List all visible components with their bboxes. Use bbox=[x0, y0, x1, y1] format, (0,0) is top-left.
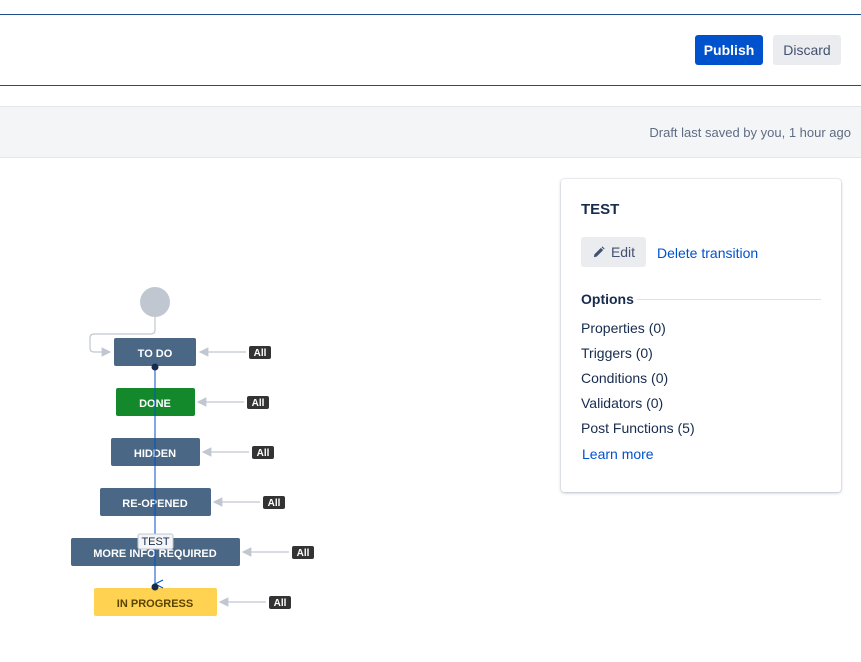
svg-text:All: All bbox=[274, 598, 287, 609]
all-badge[interactable]: All bbox=[249, 346, 271, 359]
transition-label-text: TEST bbox=[141, 536, 169, 548]
svg-text:All: All bbox=[268, 498, 281, 509]
edit-button[interactable]: Edit bbox=[581, 237, 646, 267]
option-triggers[interactable]: Triggers (0) bbox=[581, 345, 653, 361]
status-label: TO DO bbox=[138, 348, 173, 360]
option-conditions[interactable]: Conditions (0) bbox=[581, 370, 668, 386]
all-badge[interactable]: All bbox=[263, 496, 285, 509]
all-badge[interactable]: All bbox=[269, 596, 291, 609]
start-node[interactable] bbox=[140, 287, 170, 317]
all-badge[interactable]: All bbox=[292, 546, 314, 559]
transition-details-panel: TEST Edit Delete transition Options Prop… bbox=[561, 179, 841, 492]
transition-source-dot bbox=[152, 364, 159, 371]
all-badge[interactable]: All bbox=[247, 396, 269, 409]
option-validators[interactable]: Validators (0) bbox=[581, 395, 663, 411]
transition-target-dot bbox=[152, 584, 159, 591]
option-properties[interactable]: Properties (0) bbox=[581, 320, 666, 336]
delete-transition-link[interactable]: Delete transition bbox=[657, 245, 758, 261]
options-heading: Options bbox=[581, 291, 634, 307]
pencil-icon bbox=[592, 246, 605, 259]
transition-label-test[interactable]: TEST bbox=[138, 534, 173, 549]
learn-more-link[interactable]: Learn more bbox=[582, 446, 654, 462]
svg-text:All: All bbox=[252, 398, 265, 409]
transition-title: TEST bbox=[581, 201, 619, 218]
svg-text:All: All bbox=[257, 448, 270, 459]
svg-text:All: All bbox=[254, 348, 267, 359]
option-post-functions[interactable]: Post Functions (5) bbox=[581, 420, 695, 436]
options-divider bbox=[637, 299, 821, 300]
status-node-in-progress[interactable]: IN PROGRESS bbox=[94, 588, 217, 616]
status-label: IN PROGRESS bbox=[117, 598, 193, 610]
status-node-to-do[interactable]: TO DO bbox=[114, 338, 196, 366]
all-badge[interactable]: All bbox=[252, 446, 274, 459]
edit-button-label: Edit bbox=[611, 244, 635, 260]
svg-text:All: All bbox=[297, 548, 310, 559]
